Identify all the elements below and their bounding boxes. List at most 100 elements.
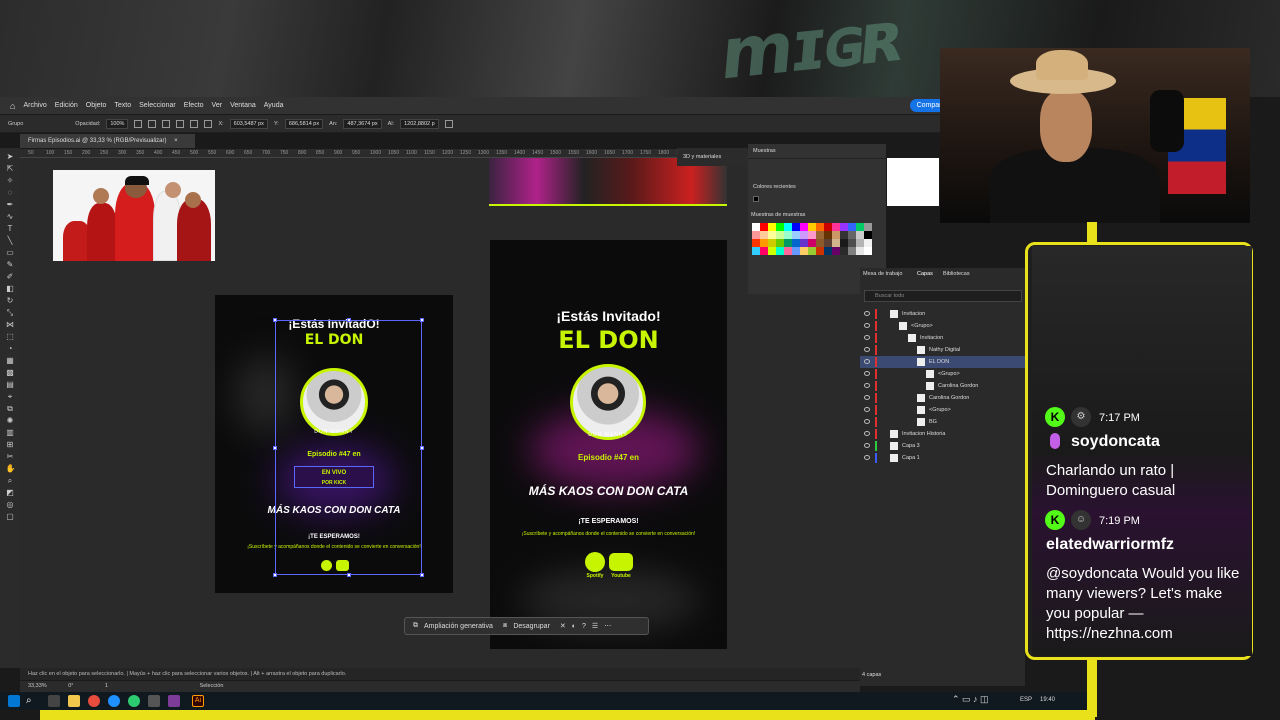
- color-swatch[interactable]: [816, 239, 824, 247]
- color-swatch[interactable]: [792, 223, 800, 231]
- close-tab-icon[interactable]: ×: [174, 138, 178, 144]
- color-swatch[interactable]: [856, 239, 864, 247]
- blend-tool-icon[interactable]: ⧉: [6, 404, 15, 413]
- eraser-icon[interactable]: ◧: [6, 284, 15, 293]
- align-middle-icon[interactable]: [190, 119, 199, 128]
- layer-row[interactable]: Invitacion: [860, 332, 1025, 344]
- recolor-icon[interactable]: ◐: [572, 623, 576, 630]
- ungroup-icon[interactable]: ⧈: [503, 622, 507, 630]
- menu-objeto[interactable]: Objeto: [86, 102, 107, 109]
- color-swatch[interactable]: [792, 239, 800, 247]
- visibility-eye-icon[interactable]: [864, 419, 870, 424]
- color-swatch[interactable]: [776, 223, 784, 231]
- color-swatch[interactable]: [768, 247, 776, 255]
- color-swatch[interactable]: [760, 231, 768, 239]
- color-swatch[interactable]: [800, 223, 808, 231]
- y-field[interactable]: 686,5814 px: [284, 118, 324, 129]
- layer-row[interactable]: Carolina Gordon: [860, 380, 1025, 392]
- visibility-eye-icon[interactable]: [864, 335, 870, 340]
- pen-tool-icon[interactable]: ✒: [6, 200, 15, 209]
- resize-handle[interactable]: [273, 318, 277, 322]
- align-bottom-icon[interactable]: [204, 119, 213, 128]
- document-tab[interactable]: Firmas Episodios.ai @ 33,33 % (RGB/Previ…: [20, 134, 195, 148]
- color-swatch[interactable]: [776, 239, 784, 247]
- resize-handle[interactable]: [273, 446, 277, 450]
- search-icon[interactable]: ⌕: [26, 695, 38, 707]
- shape-builder-icon[interactable]: ◔: [6, 344, 15, 353]
- color-swatch[interactable]: [808, 239, 816, 247]
- color-swatch[interactable]: [864, 247, 872, 255]
- align-right-icon[interactable]: [162, 119, 171, 128]
- graph-tool-icon[interactable]: ▥: [6, 428, 15, 437]
- line-tool-icon[interactable]: ╲: [6, 236, 15, 245]
- magic-wand-icon[interactable]: ✧: [6, 176, 15, 185]
- align-top-icon[interactable]: [176, 119, 185, 128]
- tray-icons[interactable]: ⌃ ▭ ♪ ◫: [952, 694, 989, 705]
- layers-search-input[interactable]: Buscar todo: [864, 290, 1022, 302]
- color-swatch[interactable]: [808, 247, 816, 255]
- color-swatch[interactable]: [800, 231, 808, 239]
- resize-handle[interactable]: [347, 318, 351, 322]
- language-indicator[interactable]: ESP: [1020, 697, 1032, 703]
- swatches-title[interactable]: Muestras: [748, 144, 886, 159]
- generative-expand-button[interactable]: Ampliación generativa: [424, 623, 493, 630]
- visibility-eye-icon[interactable]: [864, 455, 870, 460]
- tab-libraries[interactable]: Bibliotecas: [943, 271, 970, 277]
- height-field[interactable]: 1202,8802 p: [400, 118, 439, 129]
- width-field[interactable]: 487,3674 px: [343, 118, 382, 129]
- menu-seleccionar[interactable]: Seleccionar: [139, 102, 176, 109]
- selection-tool-icon[interactable]: ➤: [6, 152, 15, 161]
- layer-row[interactable]: Invitacion: [860, 308, 1025, 320]
- color-swatch[interactable]: [848, 223, 856, 231]
- file-explorer-icon[interactable]: [68, 695, 80, 707]
- selection-bounding-box[interactable]: [273, 318, 424, 577]
- screen-mode-icon[interactable]: ▢: [6, 512, 15, 521]
- draw-mode-icon[interactable]: ◎: [6, 500, 15, 509]
- start-icon[interactable]: [8, 695, 20, 707]
- type-tool-icon[interactable]: T: [6, 224, 15, 233]
- color-swatch[interactable]: [800, 247, 808, 255]
- color-swatch[interactable]: [752, 239, 760, 247]
- color-swatch[interactable]: [784, 239, 792, 247]
- color-swatch[interactable]: [792, 231, 800, 239]
- resize-handle[interactable]: [420, 573, 424, 577]
- width-tool-icon[interactable]: ⋈: [6, 320, 15, 329]
- fill-stroke-icon[interactable]: ◩: [6, 488, 15, 497]
- color-swatch[interactable]: [824, 223, 832, 231]
- color-swatch[interactable]: [776, 231, 784, 239]
- color-swatch[interactable]: [768, 231, 776, 239]
- visibility-eye-icon[interactable]: [864, 359, 870, 364]
- chrome-icon[interactable]: [88, 695, 100, 707]
- color-swatch[interactable]: [824, 247, 832, 255]
- chat-username[interactable]: elatedwarriormfz: [1046, 536, 1174, 554]
- color-swatch[interactable]: [840, 231, 848, 239]
- resize-handle[interactable]: [420, 446, 424, 450]
- task-view-icon[interactable]: [48, 695, 60, 707]
- panel-3d-materials[interactable]: 3D y materiales: [677, 148, 747, 166]
- color-swatch[interactable]: [800, 239, 808, 247]
- zoom-level[interactable]: 33,33%: [28, 683, 47, 689]
- color-swatch[interactable]: [840, 239, 848, 247]
- layer-row[interactable]: Carolina Gordon: [860, 392, 1025, 404]
- layer-row[interactable]: EL DON: [860, 356, 1025, 368]
- align-center-icon[interactable]: [148, 119, 157, 128]
- tab-layers[interactable]: Capas: [917, 271, 933, 277]
- menu-efecto[interactable]: Efecto: [184, 102, 204, 109]
- menu-edicion[interactable]: Edición: [55, 102, 78, 109]
- visibility-eye-icon[interactable]: [864, 383, 870, 388]
- visibility-eye-icon[interactable]: [864, 347, 870, 352]
- rectangle-tool-icon[interactable]: ▭: [6, 248, 15, 257]
- rotation-value[interactable]: 0°: [68, 683, 73, 689]
- eyedropper-icon[interactable]: ⌖: [6, 392, 15, 401]
- color-swatch[interactable]: [840, 223, 848, 231]
- home-icon[interactable]: ⌂: [10, 101, 15, 111]
- visibility-eye-icon[interactable]: [864, 371, 870, 376]
- generative-expand-icon[interactable]: ⧉: [413, 622, 418, 630]
- visibility-eye-icon[interactable]: [864, 431, 870, 436]
- app-icon[interactable]: [168, 695, 180, 707]
- color-swatch[interactable]: [832, 247, 840, 255]
- menu-ayuda[interactable]: Ayuda: [264, 102, 284, 109]
- color-swatch[interactable]: [752, 231, 760, 239]
- edge-icon[interactable]: [108, 695, 120, 707]
- color-swatch[interactable]: [856, 247, 864, 255]
